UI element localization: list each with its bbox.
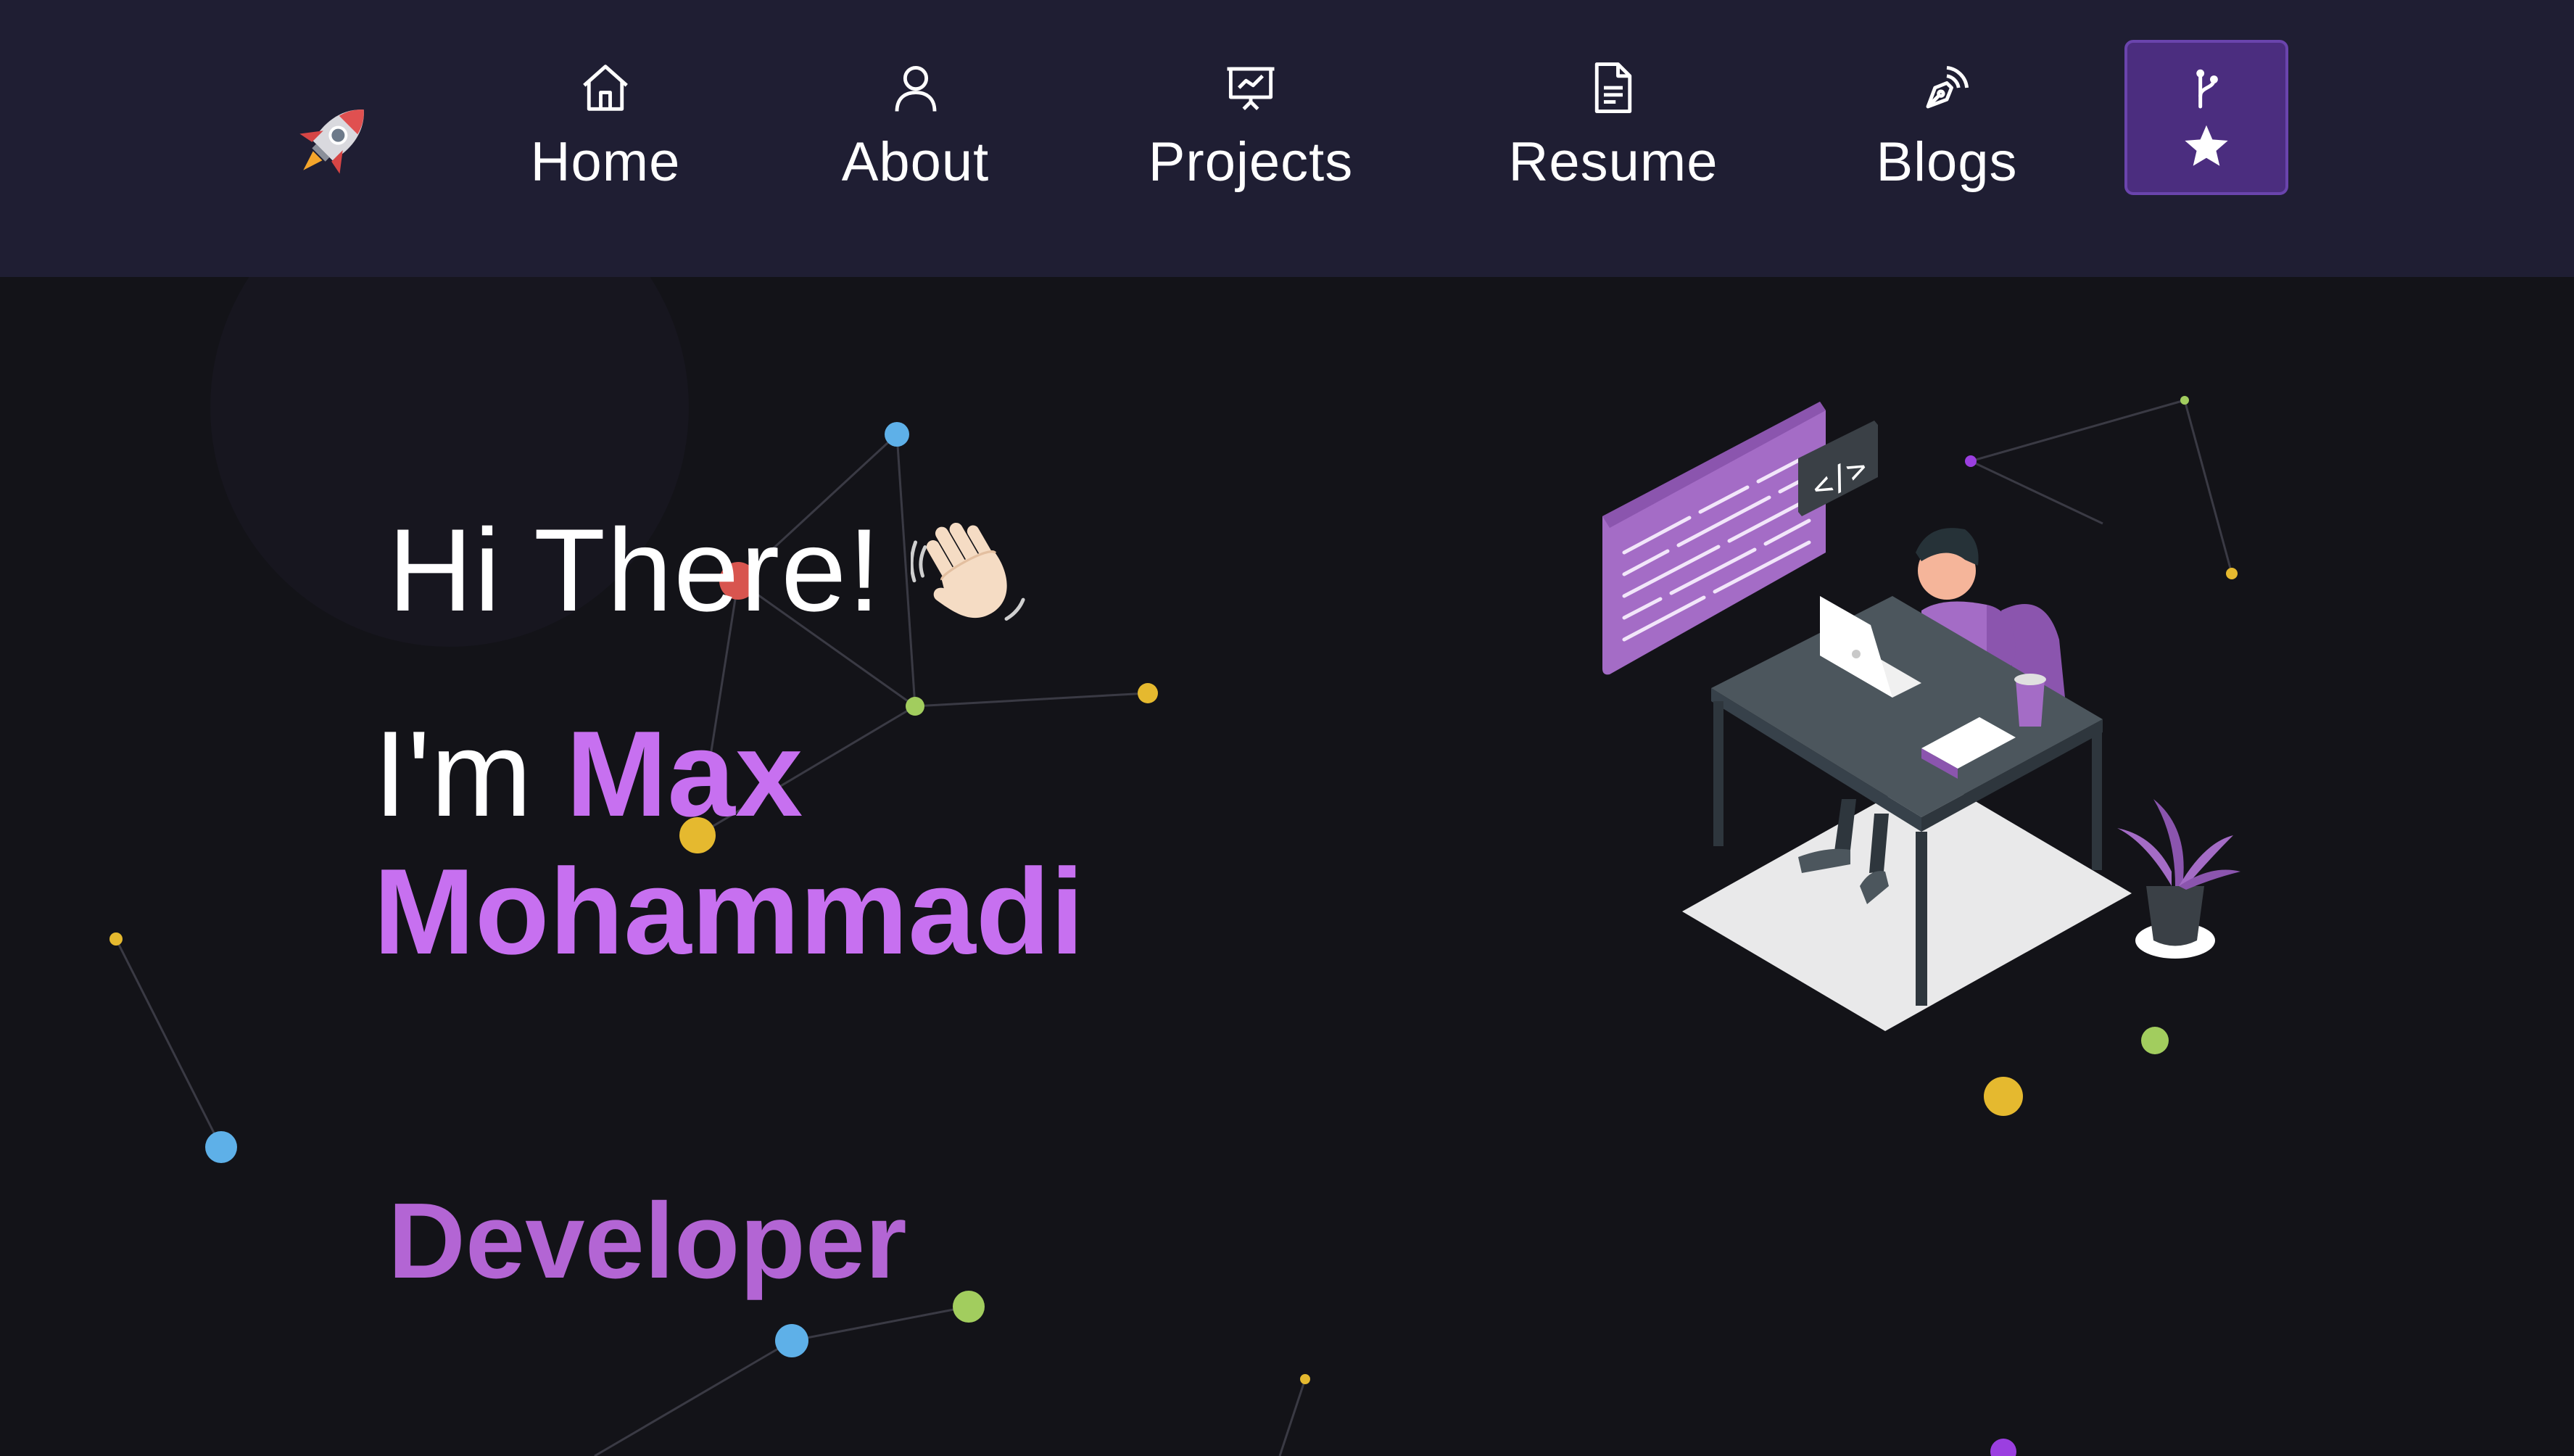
nav-about-label: About bbox=[841, 131, 990, 193]
hero-role: Developer bbox=[388, 1181, 907, 1301]
nav-about[interactable]: About bbox=[819, 59, 1011, 219]
nav-projects[interactable]: Projects bbox=[1135, 59, 1367, 219]
intro-prefix: I'm bbox=[373, 706, 532, 842]
nav-blogs[interactable]: Blogs bbox=[1853, 59, 2041, 219]
user-icon bbox=[895, 65, 936, 112]
nav-home-label: Home bbox=[530, 131, 681, 193]
pen-nib-icon bbox=[1926, 65, 1969, 109]
nav-resume[interactable]: Resume bbox=[1501, 59, 1726, 219]
navbar: Home About Projects Resume Blogs bbox=[0, 0, 2574, 277]
hero-intro: I'm Max Mohammadi bbox=[373, 705, 1084, 980]
document-icon bbox=[1594, 62, 1632, 113]
hero-greeting: Hi There! bbox=[388, 502, 1030, 640]
name-first: Max bbox=[566, 706, 803, 842]
git-fork-icon bbox=[2196, 69, 2218, 109]
home-icon bbox=[583, 65, 628, 111]
star-icon bbox=[2185, 125, 2228, 166]
nav-blogs-label: Blogs bbox=[1876, 131, 2018, 193]
name-last: Mohammadi bbox=[373, 843, 1085, 980]
presentation-chart-icon bbox=[1227, 67, 1275, 110]
greeting-text: Hi There! bbox=[388, 505, 882, 636]
waving-hand-icon bbox=[911, 522, 1025, 621]
nav-projects-label: Projects bbox=[1148, 131, 1354, 193]
nav-resume-label: Resume bbox=[1508, 131, 1718, 193]
nav-home[interactable]: Home bbox=[508, 59, 703, 219]
hero-section: Hi There! I'm Max Mohammadi Developer </… bbox=[0, 277, 2574, 1456]
rocket-icon[interactable] bbox=[286, 93, 381, 187]
developer-at-desk-illustration: </> bbox=[1602, 402, 2240, 1031]
github-fork-star-button[interactable] bbox=[2124, 40, 2288, 195]
